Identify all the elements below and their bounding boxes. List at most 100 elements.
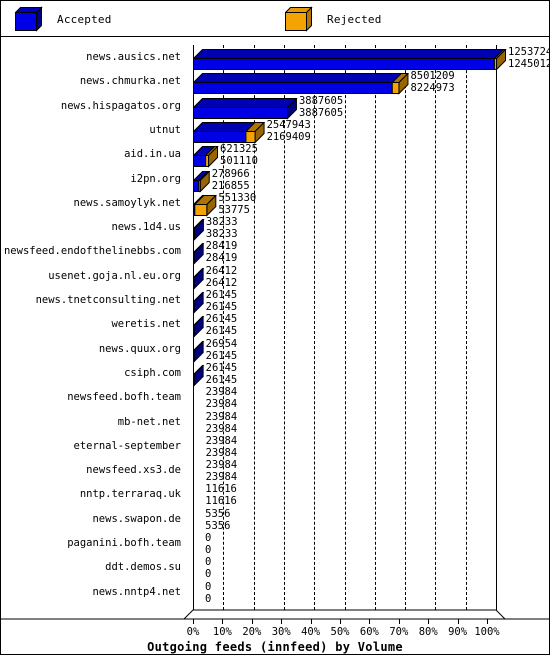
bar-row: 23984 23984	[193, 459, 496, 484]
chart-legend: Accepted Rejected	[1, 1, 549, 37]
value-label-total: 11616	[205, 483, 237, 496]
category-label: news.swapon.de	[92, 512, 181, 525]
category-axis-labels: news.ausics.net news.chmurka.net news.hisp…	[1, 37, 185, 610]
value-label-accepted: 26145	[205, 301, 238, 313]
x-axis-tick-label: 50%	[330, 626, 350, 638]
category-label: usenet.goja.nl.eu.org	[48, 269, 181, 282]
value-label-accepted: 23984	[205, 471, 238, 484]
legend-label: Accepted	[57, 12, 112, 26]
x-axis-tick-mark	[251, 619, 253, 624]
value-label-accepted: 0	[205, 568, 212, 581]
bar-row: 11616 11616	[193, 483, 496, 508]
bar-row: 2547943 2169409	[193, 118, 496, 144]
value-label-accepted: 5356	[205, 519, 231, 532]
x-axis-title: Outgoing feeds (innfeed) by Volume	[147, 640, 403, 654]
category-label: eternal-september	[73, 439, 181, 452]
bar-row: 26145 26145	[193, 289, 496, 314]
category-label: nntp.terraraq.uk	[79, 488, 181, 501]
x-axis-tick-label: 0%	[186, 626, 200, 638]
value-label-total: 26145	[205, 289, 238, 301]
bar-row: 23984 23984	[193, 387, 496, 411]
bar-chart: news.ausics.net news.chmurka.net news.hisp…	[1, 37, 550, 654]
bar-row: 26145 26145	[193, 314, 496, 339]
value-label-accepted: 28419	[205, 252, 238, 265]
value-label-accepted: 0	[205, 544, 212, 556]
value-label-accepted: 0	[205, 592, 212, 605]
category-label: weretis.net	[111, 318, 181, 331]
category-label: newsfeed.endofthelinebbs.com	[3, 245, 181, 258]
category-label: newsfeed.bofh.team	[67, 391, 181, 404]
value-label-total: 0	[205, 556, 212, 569]
value-label-total: 8501209	[410, 70, 455, 83]
value-label-total: 3887605	[298, 94, 344, 107]
x-axis-tick-label: 30%	[271, 626, 291, 638]
value-label-accepted: 12450122	[508, 58, 550, 70]
value-label-total: 5356	[205, 507, 231, 520]
value-label-accepted: 11616	[205, 495, 237, 508]
x-axis-tick-mark	[222, 619, 224, 624]
bar-3d	[193, 316, 205, 339]
category-label: news.ausics.net	[86, 51, 181, 63]
bar-row: 278966 216855	[193, 167, 496, 193]
bar-row: 00	[193, 580, 496, 605]
value-label-total: 26145	[205, 361, 238, 374]
x-axis-tick-label: 60%	[359, 626, 379, 638]
bar-3d	[193, 267, 205, 290]
bar-3d	[193, 121, 266, 144]
cube-icon	[285, 6, 315, 32]
x-axis-tick-label: 40%	[301, 626, 321, 638]
x-axis-tick-mark	[457, 619, 459, 624]
bar-row: 23984 23984	[193, 410, 496, 435]
x-axis-tick-mark	[340, 619, 341, 624]
value-label-total: 0	[205, 580, 212, 593]
x-axis-tick-mark	[398, 619, 400, 624]
value-label-total: 278966	[211, 167, 250, 180]
x-axis-tick-mark	[369, 619, 371, 624]
bar-3d	[193, 292, 205, 314]
bar-row: 00	[193, 533, 496, 556]
x-axis-tick-mark	[487, 619, 488, 624]
bar-3d	[193, 170, 211, 193]
value-label-accepted: 8224973	[410, 82, 455, 95]
category-label: utnut	[149, 123, 181, 136]
category-label: csiph.com	[124, 366, 181, 379]
value-label-total: 26412	[205, 264, 238, 277]
bar-row: 26412 26412	[193, 264, 496, 290]
value-label-accepted: 23984	[205, 398, 238, 411]
category-label: news.tnetconsulting.net	[35, 294, 181, 306]
category-label: i2pn.org	[130, 172, 181, 185]
bar-3d	[193, 49, 507, 71]
value-label-total: 26954	[205, 337, 238, 350]
bar-row: 00	[193, 556, 496, 581]
value-label-total: 551330	[218, 191, 257, 204]
value-label-total: 23984	[205, 459, 238, 472]
value-label-accepted: 23984	[205, 422, 238, 435]
bar-3d	[193, 194, 218, 217]
category-label: newsfeed.xs3.de	[86, 464, 181, 477]
axis-line-right	[496, 45, 497, 610]
legend-label: Rejected	[327, 12, 382, 26]
bar-3d	[193, 364, 205, 387]
chart-page: Accepted Rejected news.ausics.net news.ch…	[0, 0, 550, 655]
plot-area: 1253724312450122850120982249733887605388…	[193, 45, 550, 610]
bar-row: 5356 5356	[193, 507, 496, 532]
x-axis-tick-label: 70%	[389, 626, 409, 638]
bar-row: 38233 38233	[193, 216, 496, 241]
value-label-total: 2547943	[266, 118, 311, 131]
value-label-total: 23984	[205, 434, 238, 447]
bar-3d	[193, 146, 219, 168]
category-label: news.chmurka.net	[79, 75, 181, 88]
value-label-total: 23984	[205, 410, 238, 423]
value-label-accepted: 216855	[211, 179, 250, 192]
cube-icon	[15, 6, 45, 32]
value-label-accepted: 38233	[205, 228, 238, 241]
value-label-total: 38233	[205, 216, 238, 229]
category-label: ddt.demos.su	[105, 561, 181, 574]
legend-item-rejected: Rejected	[285, 1, 382, 37]
category-label: news.quux.org	[98, 342, 181, 355]
value-label-total: 28419	[205, 240, 238, 253]
value-label-accepted: 26412	[205, 276, 238, 289]
value-label-accepted: 2169409	[266, 130, 311, 143]
bar-3d	[193, 97, 298, 120]
category-label: news.hispagatos.org	[60, 99, 181, 112]
